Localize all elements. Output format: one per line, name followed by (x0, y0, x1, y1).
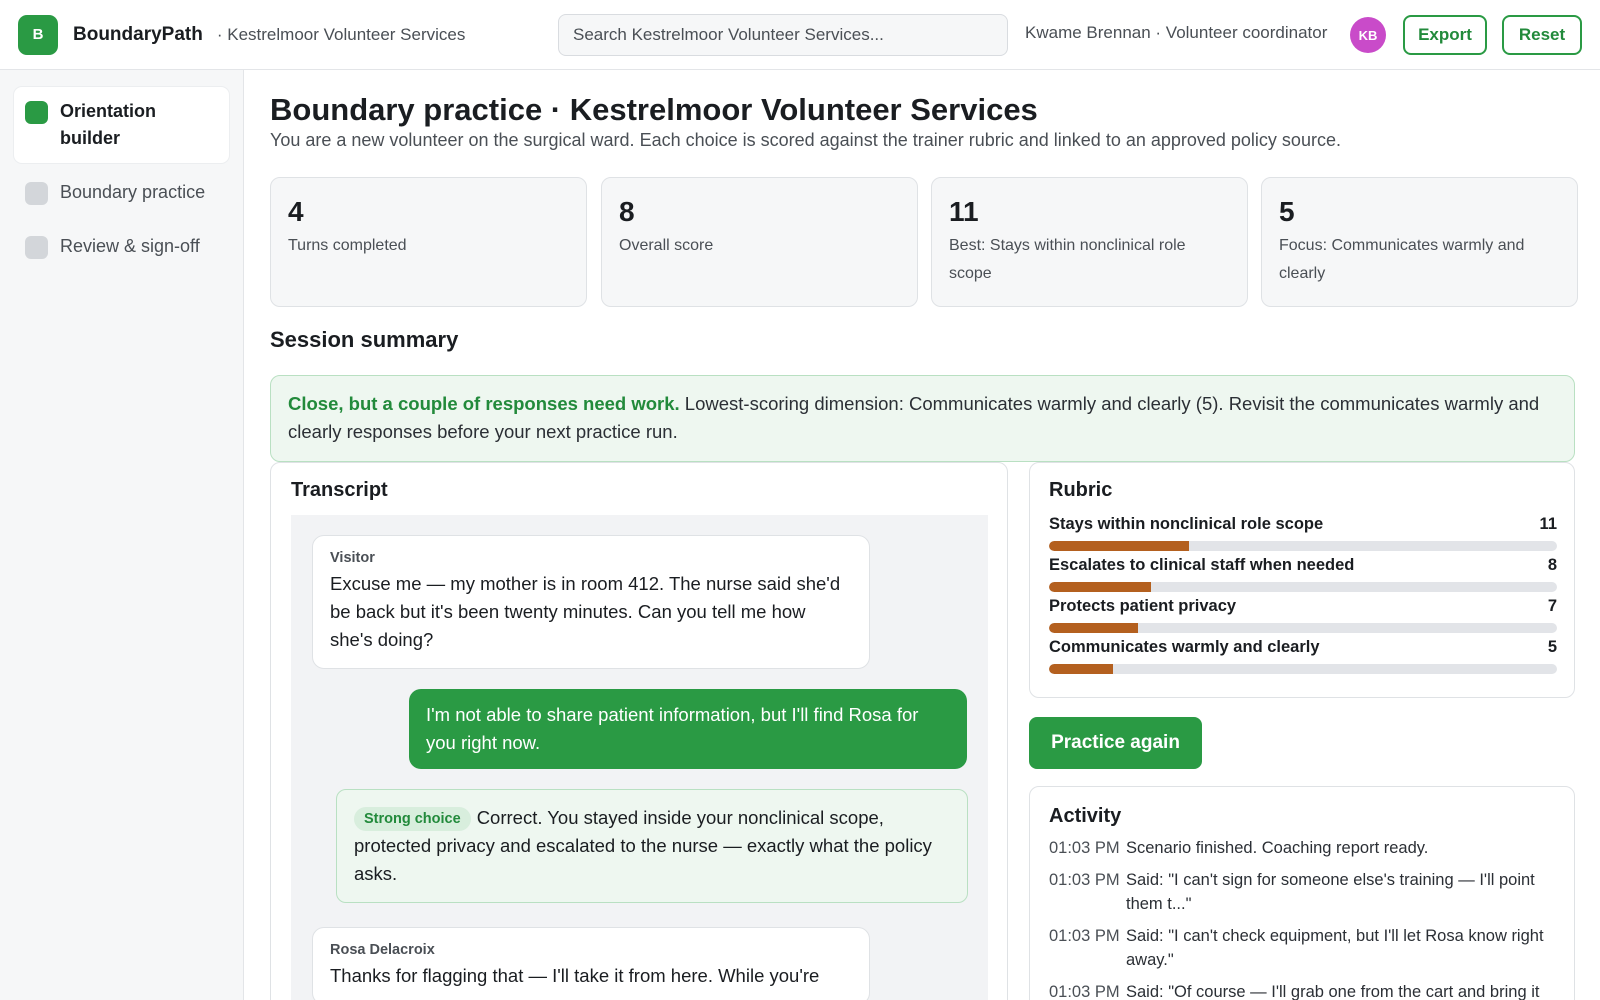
activity-time: 01:03 PM (1049, 839, 1120, 857)
stat-label: Turns completed (288, 237, 407, 254)
rubric-bar-track (1049, 582, 1557, 592)
summary-banner: Close, but a couple of responses need wo… (270, 375, 1575, 462)
rubric-row: Escalates to clinical staff when needed 8 (1049, 556, 1557, 592)
stat-value: 11 (949, 196, 979, 227)
stat-label: Overall score (619, 237, 714, 254)
stat-value: 4 (288, 196, 304, 227)
practice-again-button[interactable]: Practice again (1029, 717, 1202, 769)
export-button[interactable]: Export (1403, 15, 1487, 55)
transcript-scroll-area[interactable]: Visitor Excuse me — my mother is in room… (291, 515, 988, 1000)
stat-card-overall: 8 Overall score (601, 177, 918, 307)
activity-panel: Activity 01:03 PM Scenario finished. Coa… (1029, 786, 1575, 1000)
rubric-panel: Rubric Stays within nonclinical role sco… (1029, 462, 1575, 698)
rubric-bar-fill (1049, 541, 1189, 551)
message-text: Excuse me — my mother is in room 412. Th… (330, 573, 841, 650)
org-name: · Kestrelmoor Volunteer Services (216, 24, 466, 44)
strong-choice-badge: Strong choice (354, 807, 471, 831)
step-indicator-icon (25, 182, 48, 205)
sidebar-item-label: Orientation builder (60, 101, 157, 148)
top-header: B BoundaryPath · Kestrelmoor Volunteer S… (0, 0, 1600, 70)
activity-title: Activity (1049, 805, 1122, 827)
rubric-label: Communicates warmly and clearly (1049, 638, 1320, 656)
page-title: Boundary practice · Kestrelmoor Voluntee… (270, 92, 1038, 127)
rubric-row: Communicates warmly and clearly 5 (1049, 638, 1557, 674)
volunteer-message: I'm not able to share patient informatio… (409, 689, 967, 769)
activity-text: Scenario finished. Coaching report ready… (1126, 839, 1429, 857)
stat-value: 5 (1279, 196, 1295, 227)
rubric-score: 5 (1547, 638, 1557, 656)
activity-item: 01:03 PM Said: "Of course — I'll grab on… (1049, 980, 1555, 1000)
stat-card-best: 11 Best: Stays within nonclinical role s… (931, 177, 1248, 307)
rubric-score: 11 (1539, 515, 1557, 533)
rubric-bar-fill (1049, 623, 1138, 633)
rubric-label: Protects patient privacy (1049, 597, 1237, 615)
rubric-title: Rubric (1049, 479, 1113, 501)
staff-message: Rosa Delacroix Thanks for flagging that … (312, 927, 870, 1000)
rubric-row: Protects patient privacy 7 (1049, 597, 1557, 633)
activity-time: 01:03 PM (1049, 927, 1120, 945)
sidebar-item-boundary-practice[interactable]: Boundary practice (14, 168, 229, 217)
rubric-bar-track (1049, 541, 1557, 551)
sidebar-item-orientation-builder[interactable]: Orientation builder (14, 87, 229, 163)
transcript-title: Transcript (291, 479, 388, 501)
user-label: Kwame Brennan · Volunteer coordinator (1025, 23, 1328, 42)
activity-item: 01:03 PM Scenario finished. Coaching rep… (1049, 836, 1555, 860)
message-sender: Visitor (330, 550, 375, 566)
activity-text: Said: "I can't check equipment, but I'll… (1126, 927, 1544, 969)
session-summary-title: Session summary (270, 327, 459, 352)
app-name: BoundaryPath (73, 23, 203, 45)
summary-headline: Close, but a couple of responses need wo… (288, 393, 680, 414)
activity-list: 01:03 PM Scenario finished. Coaching rep… (1049, 836, 1555, 1000)
rubric-bar-fill (1049, 664, 1113, 674)
sidebar-item-label: Boundary practice (60, 182, 206, 202)
step-indicator-icon (25, 236, 48, 259)
stat-label: Focus: Communicates warmly and clearly (1279, 237, 1525, 282)
avatar[interactable]: KB (1350, 17, 1386, 53)
rubric-bar-fill (1049, 582, 1151, 592)
transcript-panel: Transcript Visitor Excuse me — my mother… (270, 462, 1008, 1000)
stat-card-turns: 4 Turns completed (270, 177, 587, 307)
stat-card-focus: 5 Focus: Communicates warmly and clearly (1261, 177, 1578, 307)
page-subtitle: You are a new volunteer on the surgical … (270, 130, 1341, 150)
rubric-label: Escalates to clinical staff when needed (1049, 556, 1355, 574)
activity-time: 01:03 PM (1049, 871, 1120, 889)
activity-time: 01:03 PM (1049, 983, 1120, 1000)
sidebar: Orientation builder Boundary practice Re… (0, 70, 244, 1000)
activity-item: 01:03 PM Said: "I can't sign for someone… (1049, 868, 1555, 916)
activity-text: Said: "Of course — I'll grab one from th… (1126, 983, 1540, 1000)
stat-value: 8 (619, 196, 635, 227)
visitor-message: Visitor Excuse me — my mother is in room… (312, 535, 870, 669)
main-content: Boundary practice · Kestrelmoor Voluntee… (244, 70, 1600, 1000)
rubric-bar-track (1049, 664, 1557, 674)
message-text: Thanks for flagging that — I'll take it … (330, 965, 820, 986)
rubric-bar-track (1049, 623, 1557, 633)
app-logo[interactable]: B (18, 14, 58, 55)
message-sender: Rosa Delacroix (330, 942, 435, 958)
rubric-score: 8 (1547, 556, 1557, 574)
rubric-score: 7 (1547, 597, 1557, 615)
activity-item: 01:03 PM Said: "I can't check equipment,… (1049, 924, 1555, 972)
search-input[interactable] (558, 14, 1008, 56)
feedback-card: Strong choice Correct. You stayed inside … (336, 789, 968, 903)
sidebar-item-label: Review & sign-off (60, 236, 200, 256)
rubric-row: Stays within nonclinical role scope 11 (1049, 515, 1557, 551)
rubric-label: Stays within nonclinical role scope (1049, 515, 1324, 533)
reset-button[interactable]: Reset (1502, 15, 1582, 55)
step-indicator-icon (25, 101, 48, 124)
activity-text: Said: "I can't sign for someone else's t… (1126, 871, 1535, 913)
sidebar-item-review-sign-off[interactable]: Review & sign-off (14, 222, 229, 271)
stat-label: Best: Stays within nonclinical role scop… (949, 237, 1186, 282)
